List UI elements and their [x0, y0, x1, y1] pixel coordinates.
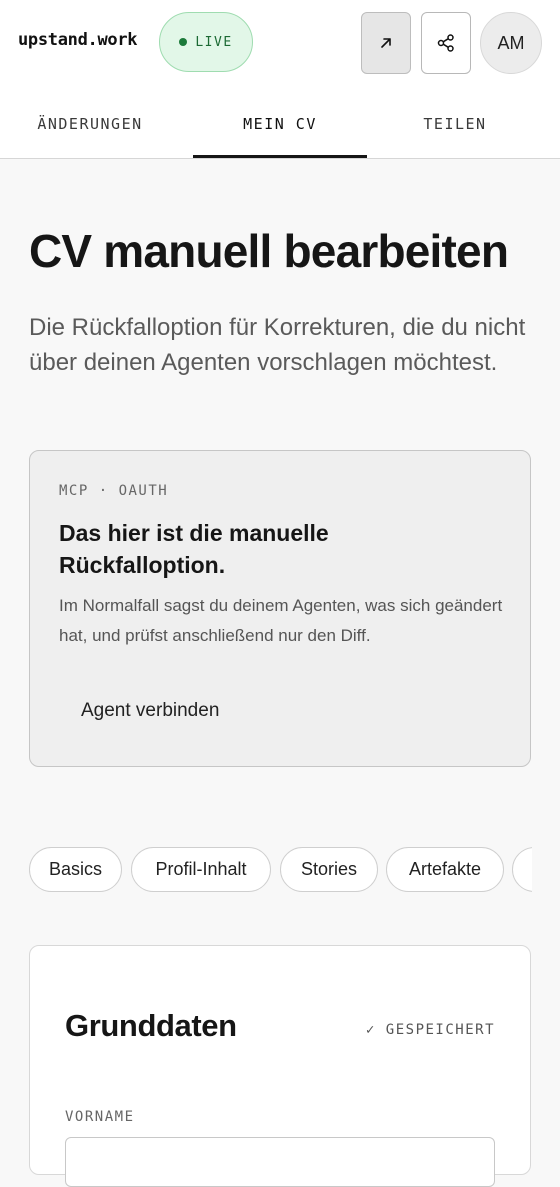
tab-aenderungen[interactable]: ÄNDERUNGEN [0, 90, 180, 158]
fallback-info-card: MCP · OAUTH Das hier ist die manuelle Rü… [29, 450, 531, 767]
active-tab-indicator [193, 155, 367, 158]
main-tabs: ÄNDERUNGEN MEIN CV TEILEN [0, 90, 560, 159]
vorname-field[interactable] [65, 1137, 495, 1187]
connect-agent-button[interactable]: Agent verbinden [59, 689, 259, 733]
user-avatar[interactable]: AM [480, 12, 542, 74]
vorname-label: VORNAME [65, 1109, 135, 1125]
section-chip-bar: Basics Profil-Inhalt Stories Artefakte [29, 847, 532, 894]
live-status-dot [179, 38, 188, 46]
tab-mein-cv[interactable]: MEIN CV [193, 90, 367, 158]
tab-teilen[interactable]: TEILEN [367, 90, 543, 158]
share-icon [437, 34, 454, 52]
card-title: Das hier ist die manuelle Rückfalloption… [59, 520, 329, 578]
card-eyebrow: MCP · OAUTH [59, 483, 169, 499]
saved-status: ✓ GESPEICHERT [365, 1022, 495, 1038]
page-title: CV manuell bearbeiten [29, 225, 509, 277]
section-title: Grunddaten [65, 1008, 237, 1043]
card-text: Im Normalfall sagst du deinem Agenten, w… [59, 596, 503, 645]
chip-artefakte[interactable]: Artefakte [386, 847, 504, 892]
share-button[interactable] [421, 12, 471, 74]
grunddaten-section: Grunddaten ✓ GESPEICHERT VORNAME [29, 945, 531, 1187]
top-bar: upstand.work LIVE AM [0, 0, 560, 90]
live-status-label: LIVE [195, 34, 233, 50]
chip-more[interactable] [512, 847, 532, 892]
chip-basics[interactable]: Basics [29, 847, 122, 892]
chip-stories[interactable]: Stories [280, 847, 378, 892]
live-status-badge: LIVE [159, 12, 253, 72]
arrow-up-right-icon [381, 38, 391, 48]
page-description: Die Rückfalloption für Korrekturen, die … [29, 314, 526, 376]
open-public-cv-button[interactable] [361, 12, 411, 74]
chip-profil-inhalt[interactable]: Profil-Inhalt [131, 847, 271, 892]
brand-logo[interactable]: upstand.work [18, 30, 138, 50]
